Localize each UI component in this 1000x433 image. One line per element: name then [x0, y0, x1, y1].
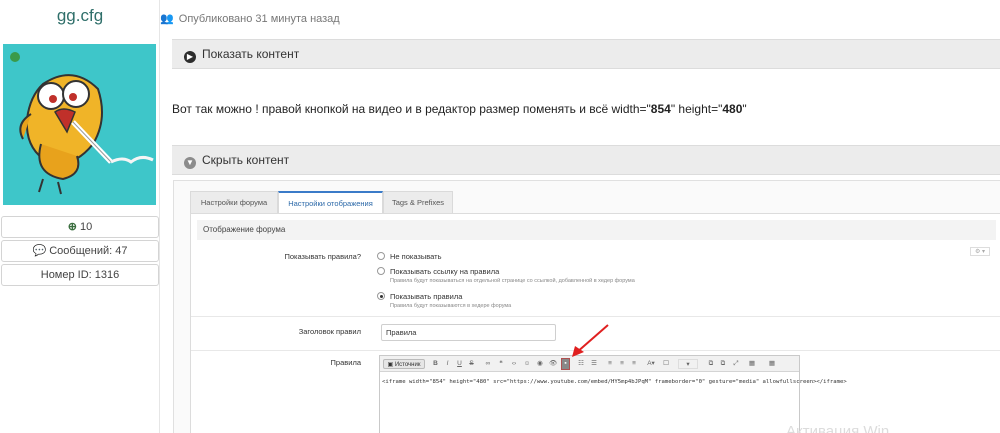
- height-value: 480: [722, 102, 743, 116]
- italic-icon[interactable]: I: [444, 359, 451, 369]
- reputation-badge: ⊕ 10: [1, 216, 159, 238]
- paste-icon[interactable]: ⧉: [719, 359, 727, 369]
- source-button[interactable]: ▣ Источник: [383, 359, 425, 369]
- tab-tags-prefixes[interactable]: Tags & Prefixes: [383, 191, 453, 213]
- option-show-rules-hint: Правила будут показываются в хедере фору…: [390, 303, 512, 309]
- copy-icon[interactable]: ⧉: [707, 359, 715, 369]
- rules-label: Показывать правила?: [284, 252, 361, 261]
- hide-content-label: Скрыть контент: [202, 153, 290, 167]
- comment-icon[interactable]: ☐: [662, 359, 670, 369]
- author-panel: gg.cfg ⊕ 10 💬 Сообщений: 47 Номер ID: 1316: [0, 0, 160, 433]
- messages-label: Сообщений: 47: [49, 245, 128, 257]
- bold-icon[interactable]: B: [432, 359, 439, 369]
- option-no-show: Не показывать: [390, 252, 442, 261]
- reputation-value: 10: [79, 221, 93, 233]
- bullet-list-icon[interactable]: ☷: [577, 359, 585, 369]
- rules-title-label: Заголовок правил: [298, 327, 361, 336]
- show-content-label: Показать контент: [202, 47, 300, 61]
- font-size-select[interactable]: ▾: [678, 359, 698, 369]
- emoji-icon[interactable]: ☺: [523, 359, 531, 369]
- show-content-spoiler[interactable]: ▶ Показать контент: [172, 39, 1000, 69]
- text-color-icon[interactable]: A▾: [644, 359, 658, 369]
- member-id-label: Номер ID: 1316: [40, 269, 120, 281]
- align-right-icon[interactable]: ≡: [630, 359, 638, 369]
- maximize-icon[interactable]: ⤢: [732, 359, 740, 369]
- editor-source-code[interactable]: <iframe width="854" height="480" src="ht…: [382, 379, 847, 385]
- align-center-icon[interactable]: ≡: [618, 359, 626, 369]
- option-show-link-hint: Правила будут показываться на отдельной …: [390, 278, 635, 284]
- plus-circle-icon: ⊕: [67, 221, 77, 233]
- messages-count: 💬 Сообщений: 47: [1, 240, 159, 262]
- divider: [191, 316, 1000, 317]
- avatar[interactable]: [3, 44, 156, 205]
- width-value: 854: [650, 102, 671, 116]
- avatar-bird-image: [19, 74, 154, 195]
- post-text: Вот так можно ! правой кнопкой на видео …: [172, 102, 747, 116]
- more-icon[interactable]: ▦: [764, 359, 780, 369]
- embedded-admin-screenshot: Настройки форума Настройки отображения T…: [173, 180, 1000, 433]
- quote-icon[interactable]: ❝: [497, 359, 505, 369]
- option-show-rules: Показывать правила: [390, 292, 463, 301]
- online-indicator: [10, 52, 20, 62]
- member-id: Номер ID: 1316: [1, 264, 159, 286]
- option-show-link: Показывать ссылку на правила: [390, 267, 500, 276]
- preview-icon[interactable]: 👁: [549, 359, 557, 369]
- gear-icon[interactable]: ⚙ ▾: [970, 247, 990, 256]
- code-icon[interactable]: ‹›: [510, 359, 518, 369]
- editor-toolbar: ▣ Источник B I U S ∞ ❝ ‹› ☺ ◉ 👁 ▪ ☷ ☰ ≡ …: [380, 356, 799, 372]
- spoiler-icon[interactable]: ◉: [536, 359, 544, 369]
- rules-title-input[interactable]: Правила: [381, 324, 556, 341]
- panel-title: Отображение форума: [197, 220, 996, 240]
- user-group-icon: 👥: [160, 13, 174, 25]
- windows-activation-watermark: Активация Win: [786, 423, 890, 433]
- table-icon[interactable]: ▦: [748, 359, 756, 369]
- hide-content-spoiler[interactable]: ▼ Скрыть контент: [172, 145, 1000, 175]
- rules-editor-label: Правила: [330, 358, 361, 367]
- rules-editor[interactable]: ▣ Источник B I U S ∞ ❝ ‹› ☺ ◉ 👁 ▪ ☷ ☰ ≡ …: [379, 355, 847, 433]
- tab-forum-settings[interactable]: Настройки форума: [190, 191, 278, 213]
- media-embed-icon[interactable]: ▪: [561, 358, 570, 370]
- radio-show-link[interactable]: [377, 267, 385, 275]
- link-icon[interactable]: ∞: [484, 359, 492, 369]
- tab-display-settings[interactable]: Настройки отображения: [278, 191, 383, 213]
- chevron-right-icon: ▶: [184, 51, 196, 63]
- username-link[interactable]: gg.cfg: [0, 6, 160, 26]
- radio-no-show[interactable]: [377, 252, 385, 260]
- radio-show-rules[interactable]: [377, 292, 385, 300]
- chevron-down-icon: ▼: [184, 157, 196, 169]
- number-list-icon[interactable]: ☰: [590, 359, 598, 369]
- underline-icon[interactable]: U: [456, 359, 463, 369]
- align-left-icon[interactable]: ≡: [606, 359, 614, 369]
- post-meta: 👥 Опубликовано 31 минута назад: [160, 12, 340, 25]
- annotation-arrow: [572, 324, 609, 357]
- chat-icon: 💬: [32, 245, 47, 257]
- strike-icon[interactable]: S: [468, 359, 475, 369]
- post-date[interactable]: Опубликовано 31 минута назад: [179, 13, 340, 25]
